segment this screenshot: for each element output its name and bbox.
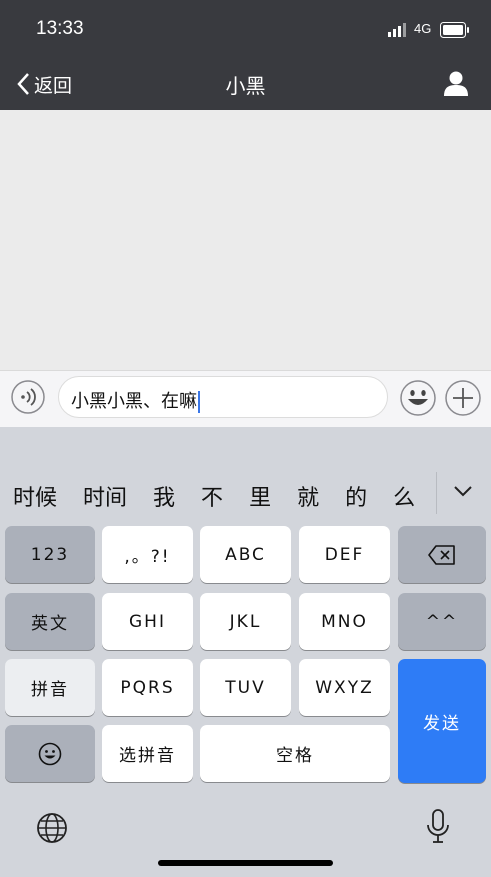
- candidate-divider: [436, 472, 437, 514]
- key-emoticon-caret[interactable]: ^^: [398, 593, 486, 650]
- key-mno[interactable]: MNO: [299, 593, 390, 650]
- candidate-word[interactable]: 我: [140, 480, 188, 512]
- candidate-word[interactable]: 时间: [70, 480, 140, 512]
- candidate-word[interactable]: 的: [332, 480, 380, 512]
- signal-icon: [388, 23, 406, 37]
- candidate-word[interactable]: 里: [236, 480, 284, 512]
- key-abc[interactable]: ABC: [200, 526, 291, 583]
- emoji-icon: [38, 742, 62, 765]
- key-ghi[interactable]: GHI: [102, 593, 193, 650]
- emoji-icon[interactable]: [400, 380, 436, 416]
- collapse-chevron-icon[interactable]: [452, 483, 474, 499]
- home-indicator[interactable]: [158, 860, 333, 866]
- voice-icon[interactable]: [11, 380, 45, 414]
- emoji-key[interactable]: [5, 725, 95, 782]
- globe-icon[interactable]: [36, 812, 68, 844]
- status-time: 13:33: [36, 18, 84, 39]
- key-select-pinyin[interactable]: 选拼音: [102, 725, 193, 782]
- key-english[interactable]: 英文: [5, 593, 95, 650]
- key-tuv[interactable]: TUV: [200, 659, 291, 716]
- send-key[interactable]: 发送: [398, 659, 486, 783]
- message-text: 小黑小黑、在嘛: [71, 391, 197, 412]
- candidate-word[interactable]: 就: [284, 480, 332, 512]
- profile-icon[interactable]: [444, 70, 468, 96]
- key-pinyin[interactable]: 拼音: [5, 659, 95, 716]
- candidate-word[interactable]: 么: [380, 480, 428, 512]
- message-input[interactable]: 小黑小黑、在嘛: [58, 376, 388, 418]
- network-type: 4G: [414, 21, 432, 36]
- delete-icon: [428, 544, 455, 565]
- key-jkl[interactable]: JKL: [200, 593, 291, 650]
- key-def[interactable]: DEF: [299, 526, 390, 583]
- delete-key[interactable]: [398, 526, 486, 583]
- key-pqrs[interactable]: PQRS: [102, 659, 193, 716]
- space-key[interactable]: 空格: [200, 725, 390, 782]
- candidate-word[interactable]: 不: [188, 480, 236, 512]
- chat-title: 小黑: [225, 74, 266, 98]
- key-123[interactable]: 123: [5, 526, 95, 583]
- chat-area: [0, 110, 491, 370]
- key-punctuation[interactable]: ,。?!: [102, 526, 193, 583]
- candidate-bar: 时候 时间 我 不 里 就 的 么: [0, 466, 440, 526]
- plus-icon[interactable]: [445, 380, 481, 416]
- key-wxyz[interactable]: WXYZ: [299, 659, 390, 716]
- battery-icon: [440, 22, 469, 38]
- microphone-icon[interactable]: [425, 808, 451, 846]
- text-caret: [198, 391, 200, 413]
- candidate-word[interactable]: 时候: [0, 480, 70, 512]
